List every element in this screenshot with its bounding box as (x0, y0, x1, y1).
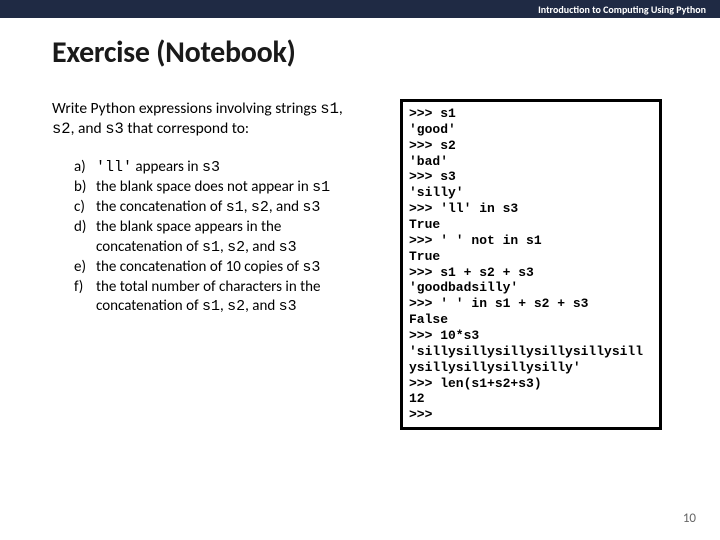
list-item: c) the concatenation of s1, s2, and s3 (74, 198, 362, 217)
intro-s2: s2 (52, 120, 71, 138)
item-label: c) (74, 198, 96, 217)
list-item: b) the blank space does not appear in s1 (74, 178, 362, 197)
intro-s1: s1 (320, 100, 339, 118)
list-item: a) 'll' appears in s3 (74, 158, 362, 177)
code-column: >>> s1 'good' >>> s2 'bad' >>> s3 'silly… (400, 99, 662, 430)
item-label: e) (74, 258, 96, 277)
intro-c1: , (339, 99, 343, 118)
intro-c2: , and (71, 119, 106, 138)
intro-post: that correspond to: (124, 119, 249, 138)
list-item: e) the concatenation of 10 copies of s3 (74, 258, 362, 277)
content-row: Write Python expressions involving strin… (0, 83, 720, 430)
item-label: f) (74, 278, 96, 316)
intro-pre: Write Python expressions involving strin… (52, 99, 320, 118)
item-label: a) (74, 158, 96, 177)
prompt-column: Write Python expressions involving strin… (52, 99, 362, 430)
list-item: f) the total number of characters in the… (74, 278, 362, 316)
slide-number: 10 (683, 511, 696, 526)
header-bar: Introduction to Computing Using Python (0, 0, 720, 18)
item-text: the concatenation of 10 copies of s3 (96, 258, 362, 277)
item-label: b) (74, 178, 96, 197)
item-text: the concatenation of s1, s2, and s3 (96, 198, 362, 217)
item-label: d) (74, 218, 96, 256)
repl-output: >>> s1 'good' >>> s2 'bad' >>> s3 'silly… (400, 99, 662, 430)
exercise-list: a) 'll' appears in s3 b) the blank space… (52, 158, 362, 317)
item-text: the blank space appears in the concatena… (96, 218, 362, 256)
item-text: 'll' appears in s3 (96, 158, 362, 177)
page-title: Exercise (Notebook) (0, 18, 720, 83)
course-name: Introduction to Computing Using Python (538, 3, 706, 16)
list-item: d) the blank space appears in the concat… (74, 218, 362, 256)
intro-s3: s3 (105, 120, 124, 138)
item-text: the blank space does not appear in s1 (96, 178, 362, 197)
intro-text: Write Python expressions involving strin… (52, 99, 362, 140)
item-text: the total number of characters in the co… (96, 278, 362, 316)
